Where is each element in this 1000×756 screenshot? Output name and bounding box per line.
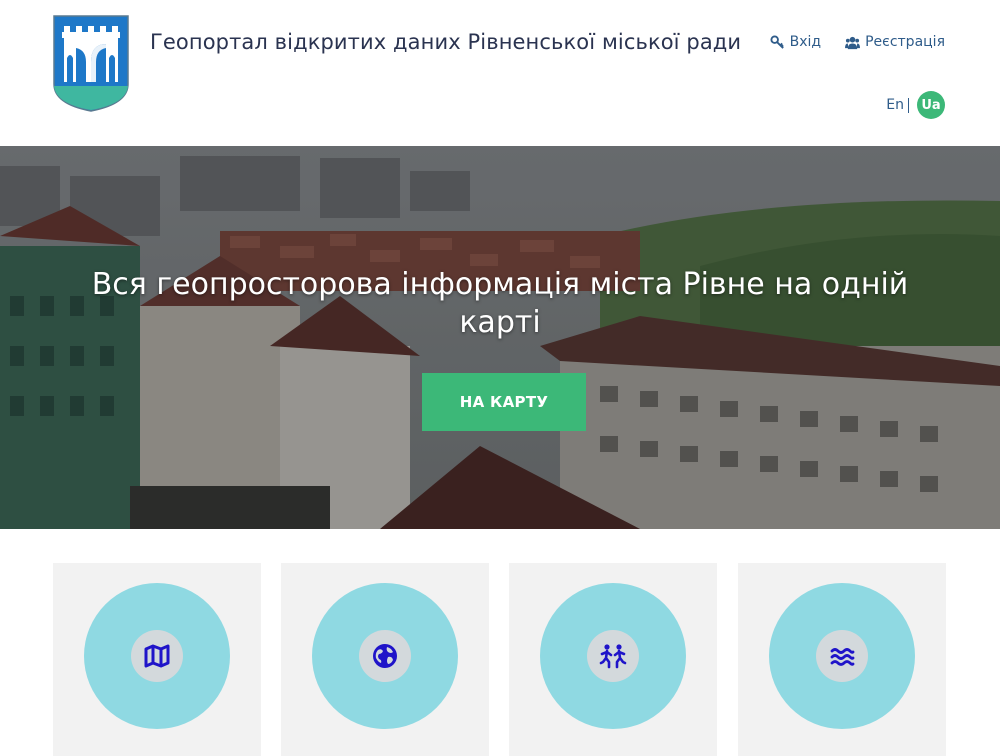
people-running-icon xyxy=(599,644,627,669)
category-card-people[interactable] xyxy=(509,563,717,756)
register-label: Реєстрація xyxy=(865,34,945,50)
hero-title: Вся геопросторова інформація міста Рівне… xyxy=(91,267,909,340)
auth-links: Вхід Реєстрація xyxy=(770,34,945,50)
map-icon xyxy=(144,644,170,668)
category-circle xyxy=(84,583,230,729)
site-header: Геопортал відкритих даних Рівненської мі… xyxy=(0,0,1000,146)
category-circle xyxy=(312,583,458,729)
icon-badge xyxy=(359,630,411,682)
icon-badge xyxy=(587,630,639,682)
users-icon xyxy=(845,36,861,49)
category-card-globe[interactable] xyxy=(281,563,489,756)
key-icon xyxy=(770,34,784,49)
hero-banner: Вся геопросторова інформація міста Рівне… xyxy=(0,146,1000,529)
globe-icon xyxy=(373,644,397,668)
login-link[interactable]: Вхід xyxy=(770,34,821,50)
category-cards xyxy=(53,563,946,756)
login-label: Вхід xyxy=(789,34,822,50)
coat-of-arms-logo[interactable] xyxy=(52,14,130,112)
icon-badge xyxy=(131,630,183,682)
lang-ua-active[interactable]: Ua xyxy=(917,91,945,119)
water-icon xyxy=(830,648,855,666)
lang-en-link[interactable]: En xyxy=(886,97,909,113)
to-map-button[interactable]: НА КАРТУ xyxy=(422,373,586,431)
category-circle xyxy=(769,583,915,729)
register-link[interactable]: Реєстрація xyxy=(845,34,945,50)
category-circle xyxy=(540,583,686,729)
category-card-water[interactable] xyxy=(738,563,946,756)
icon-badge xyxy=(816,630,868,682)
category-card-map[interactable] xyxy=(53,563,261,756)
language-switcher: En Ua xyxy=(886,91,945,119)
site-title: Геопортал відкритих даних Рівненської мі… xyxy=(150,30,742,54)
